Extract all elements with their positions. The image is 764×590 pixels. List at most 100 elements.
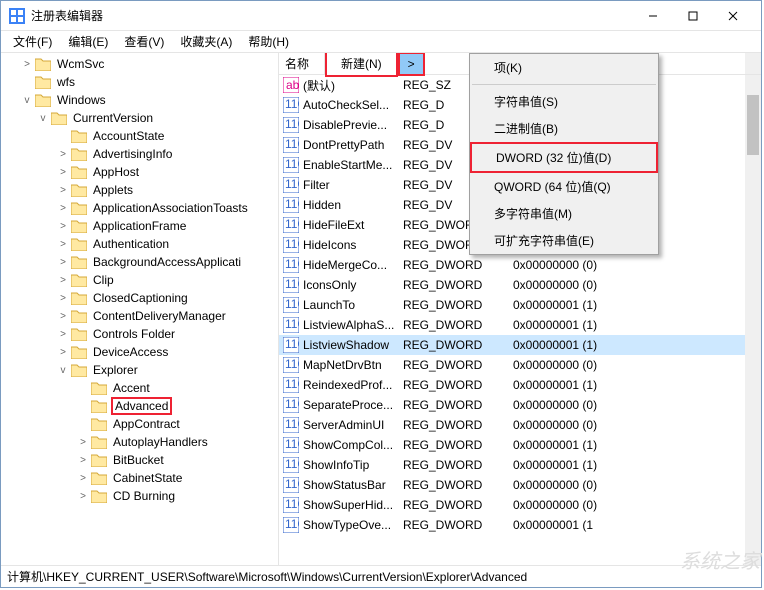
menu-item-expandstring[interactable]: 可扩充字符串值(E) [470, 227, 658, 254]
tree-toggle-icon[interactable]: > [57, 347, 69, 358]
list-row[interactable]: 110MapNetDrvBtnREG_DWORD0x00000000 (0) [279, 355, 761, 375]
svg-text:110: 110 [285, 437, 299, 451]
value-name-cell: 110MapNetDrvBtn [279, 357, 399, 373]
menu-item-string[interactable]: 字符串值(S) [470, 88, 658, 115]
maximize-button[interactable] [673, 2, 713, 30]
tree-label: Windows [55, 93, 108, 107]
tree-toggle-icon[interactable]: > [57, 221, 69, 232]
value-name: SeparateProce... [303, 398, 393, 412]
tree-toggle-icon[interactable]: > [77, 473, 89, 484]
menu-file[interactable]: 文件(F) [5, 31, 60, 52]
svg-text:110: 110 [285, 397, 299, 411]
tree-toggle-icon[interactable]: v [57, 365, 69, 376]
tree-toggle-icon[interactable]: v [21, 95, 33, 106]
value-name: Hidden [303, 198, 341, 212]
tree-toggle-icon[interactable]: > [57, 167, 69, 178]
tree-item[interactable]: >WcmSvc [1, 55, 278, 73]
value-name: IconsOnly [303, 278, 356, 292]
list-scroll-thumb[interactable] [747, 95, 759, 155]
tree-item[interactable]: Accent [1, 379, 278, 397]
tree-item[interactable]: >Controls Folder [1, 325, 278, 343]
tree-item[interactable]: >CD Burning [1, 487, 278, 505]
tree-item[interactable]: >DeviceAccess [1, 343, 278, 361]
tree-toggle-icon[interactable]: > [77, 491, 89, 502]
tree-item[interactable]: vExplorer [1, 361, 278, 379]
value-name: ShowTypeOve... [303, 518, 391, 532]
menu-help[interactable]: 帮助(H) [240, 31, 297, 52]
tree-item[interactable]: Advanced [1, 397, 278, 415]
list-row[interactable]: 110SeparateProce...REG_DWORD0x00000000 (… [279, 395, 761, 415]
list-row[interactable]: 110ListviewAlphaS...REG_DWORD0x00000001 … [279, 315, 761, 335]
tree-item[interactable]: >AdvertisingInfo [1, 145, 278, 163]
menu-item-binary[interactable]: 二进制值(B) [470, 115, 658, 142]
tree-item[interactable]: >ContentDeliveryManager [1, 307, 278, 325]
column-name[interactable]: 名称 [279, 53, 325, 74]
tree-item[interactable]: >CabinetState [1, 469, 278, 487]
tree-item[interactable]: >ApplicationFrame [1, 217, 278, 235]
tree-toggle-icon[interactable]: > [57, 239, 69, 250]
value-name-cell: ab(默认) [279, 77, 399, 94]
tree-toggle-icon[interactable]: v [37, 113, 49, 124]
list-row[interactable]: 110ServerAdminUIREG_DWORD0x00000000 (0) [279, 415, 761, 435]
menu-view[interactable]: 查看(V) [116, 31, 172, 52]
list-row[interactable]: 110ShowStatusBarREG_DWORD0x00000000 (0) [279, 475, 761, 495]
menu-edit[interactable]: 编辑(E) [60, 31, 116, 52]
list-row[interactable]: 110ShowInfoTipREG_DWORD0x00000001 (1) [279, 455, 761, 475]
list-row[interactable]: 110HideMergeCo...REG_DWORD0x00000000 (0) [279, 255, 761, 275]
value-name: ShowInfoTip [303, 458, 369, 472]
value-name-cell: 110HideMergeCo... [279, 257, 399, 273]
tree-label: Clip [91, 273, 116, 287]
tree-toggle-icon[interactable]: > [57, 329, 69, 340]
list-row[interactable]: 110ShowSuperHid...REG_DWORD0x00000000 (0… [279, 495, 761, 515]
list-row[interactable]: 110IconsOnlyREG_DWORD0x00000000 (0) [279, 275, 761, 295]
tree-toggle-icon[interactable]: > [77, 437, 89, 448]
tree-item[interactable]: >BitBucket [1, 451, 278, 469]
tree-label: Accent [111, 381, 152, 395]
value-name: EnableStartMe... [303, 158, 392, 172]
tree-toggle-icon[interactable]: > [57, 203, 69, 214]
menu-item-qword[interactable]: QWORD (64 位)值(Q) [470, 173, 658, 200]
tree-item[interactable]: >ApplicationAssociationToasts [1, 199, 278, 217]
value-name-cell: 110IconsOnly [279, 277, 399, 293]
value-data: 0x00000000 (0) [509, 498, 597, 512]
list-scrollbar[interactable] [745, 75, 761, 565]
list-row[interactable]: 110ShowCompCol...REG_DWORD0x00000001 (1) [279, 435, 761, 455]
context-menu-new: 项(K) 字符串值(S) 二进制值(B) DWORD (32 位)值(D) QW… [469, 53, 659, 255]
tree-toggle-icon[interactable]: > [77, 455, 89, 466]
tree-item[interactable]: >Authentication [1, 235, 278, 253]
tree-toggle-icon[interactable]: > [57, 185, 69, 196]
tree-toggle-icon[interactable]: > [57, 257, 69, 268]
tree-item[interactable]: >AppHost [1, 163, 278, 181]
list-row[interactable]: 110ShowTypeOve...REG_DWORD0x00000001 (1 [279, 515, 761, 535]
tree-item[interactable]: >AutoplayHandlers [1, 433, 278, 451]
new-menu-button[interactable]: 新建(N) [325, 53, 398, 77]
tree-toggle-icon[interactable]: > [57, 311, 69, 322]
list-row[interactable]: 110ListviewShadowREG_DWORD0x00000001 (1) [279, 335, 761, 355]
flyout-arrow[interactable]: > [398, 53, 425, 76]
list-row[interactable]: 110LaunchToREG_DWORD0x00000001 (1) [279, 295, 761, 315]
tree-item[interactable]: v Windows [1, 91, 278, 109]
tree-toggle-icon[interactable]: > [57, 293, 69, 304]
tree-item[interactable]: >ClosedCaptioning [1, 289, 278, 307]
minimize-button[interactable] [633, 2, 673, 30]
value-type: REG_DWORD [399, 438, 509, 452]
tree-item[interactable]: AccountState [1, 127, 278, 145]
tree-item[interactable]: > Clip [1, 271, 278, 289]
svg-text:110: 110 [285, 97, 299, 111]
tree-pane[interactable]: >WcmSvcwfs v Windows vCurrentVersionAccount… [1, 53, 279, 565]
menu-favorites[interactable]: 收藏夹(A) [172, 31, 240, 52]
list-row[interactable]: 110ReindexedProf...REG_DWORD0x00000001 (… [279, 375, 761, 395]
menu-item-multistring[interactable]: 多字符串值(M) [470, 200, 658, 227]
tree-item[interactable]: >BackgroundAccessApplicati [1, 253, 278, 271]
tree-item[interactable]: AppContract [1, 415, 278, 433]
tree-toggle-icon[interactable]: > [21, 59, 33, 70]
menu-item-dword[interactable]: DWORD (32 位)值(D) [470, 142, 658, 173]
close-button[interactable] [713, 2, 753, 30]
tree-toggle-icon[interactable]: > [57, 149, 69, 160]
tree-item[interactable]: vCurrentVersion [1, 109, 278, 127]
tree-item[interactable]: >Applets [1, 181, 278, 199]
tree-item[interactable]: wfs [1, 73, 278, 91]
value-name: ServerAdminUI [303, 418, 384, 432]
tree-toggle-icon[interactable]: > [57, 275, 69, 286]
menu-item-key[interactable]: 项(K) [470, 54, 658, 81]
